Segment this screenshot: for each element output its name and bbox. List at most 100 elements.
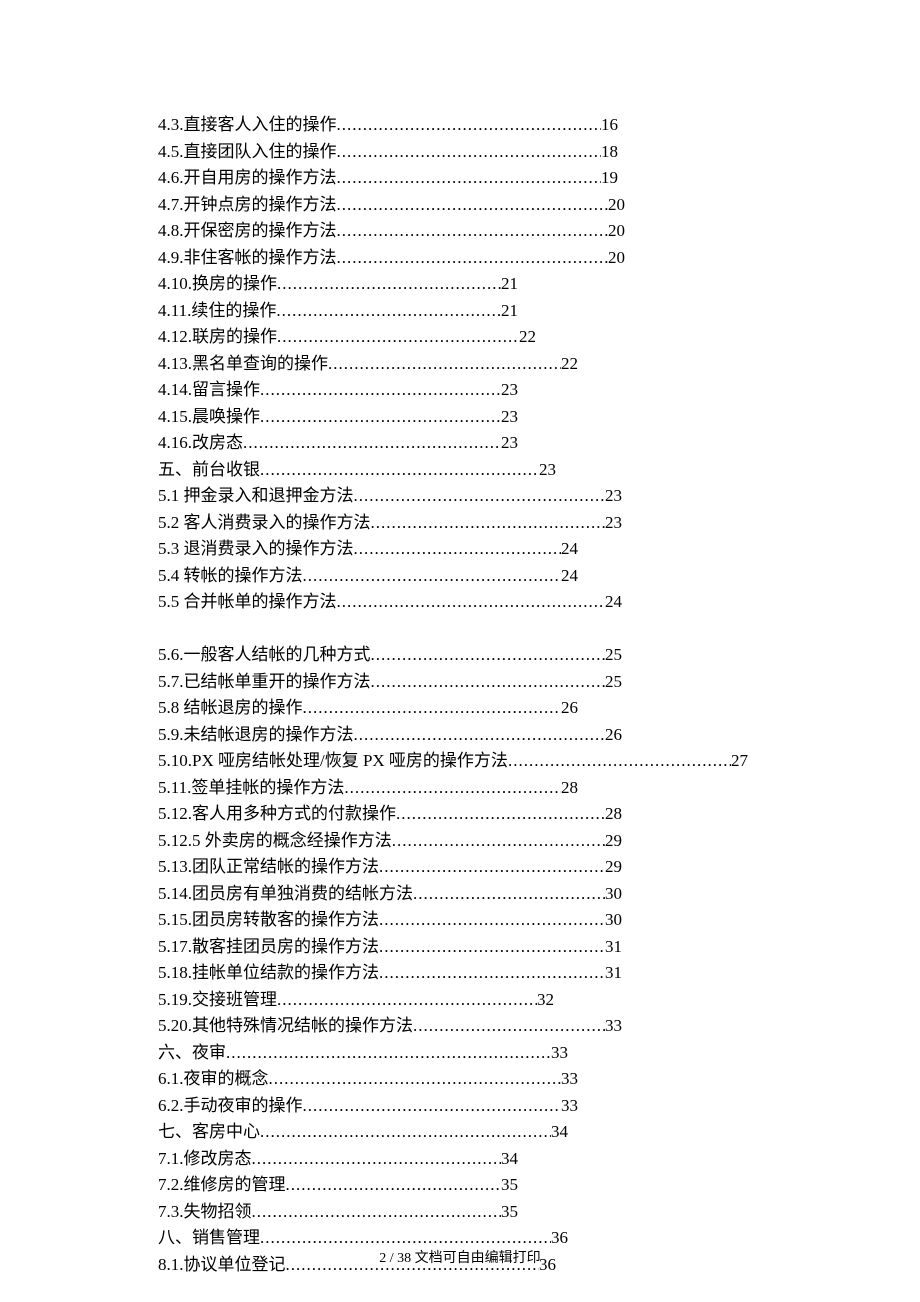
toc-dots: [354, 536, 562, 563]
toc-entry-page: 26: [561, 695, 578, 722]
toc-dots: [371, 669, 606, 696]
toc-dots: [269, 1066, 562, 1093]
toc-entry-page: 28: [561, 775, 578, 802]
toc-dots: [328, 351, 561, 378]
toc-spacer: [158, 616, 780, 643]
toc-entry: 5.13.团队正常结帐的操作方法 29: [158, 854, 622, 881]
toc-entry-page: 33: [561, 1066, 578, 1093]
toc-dots: [303, 1093, 562, 1120]
toc-entry-title: 5.5 合并帐单的操作方法: [158, 589, 337, 616]
toc-dots: [413, 881, 605, 908]
toc-entry: 5.7.已结帐单重开的操作方法 25: [158, 669, 622, 696]
toc-dots: [337, 245, 609, 272]
toc-entry: 4.15.晨唤操作 23: [158, 404, 518, 431]
toc-entry-page: 33: [551, 1040, 568, 1067]
toc-dots: [303, 563, 562, 590]
toc-entry: 5.19.交接班管理 32: [158, 987, 554, 1014]
page-content: 4.3.直接客人入住的操作 16 4.5.直接团队入住的操作 18 4.6.开自…: [0, 0, 920, 1278]
page-footer: 2 / 38 文档可自由编辑打印: [0, 1247, 920, 1267]
toc-entry-title: 五、前台收银: [158, 457, 260, 484]
toc-entry: 4.6.开自用房的操作方法 19: [158, 165, 618, 192]
footer-text: 2 / 38 文档可自由编辑打印: [379, 1251, 540, 1266]
toc-entry-page: 20: [608, 245, 625, 272]
toc-entry: 7.2.维修房的管理 35: [158, 1172, 518, 1199]
toc-entry: 5.1 押金录入和退押金方法 23: [158, 483, 622, 510]
toc-entry: 5.14.团员房有单独消费的结帐方法 30: [158, 881, 622, 908]
toc-entry-page: 21: [501, 298, 518, 325]
toc-entry: 5.8 结帐退房的操作 26: [158, 695, 578, 722]
toc-entry-title: 5.4 转帐的操作方法: [158, 563, 303, 590]
toc-entry: 6.2.手动夜审的操作 33: [158, 1093, 578, 1120]
toc-dots: [354, 722, 606, 749]
toc-entry: 五、前台收银 23: [158, 457, 556, 484]
toc-dots: [396, 801, 605, 828]
toc-entry: 4.12.联房的操作 22: [158, 324, 536, 351]
toc-entry-page: 29: [605, 828, 622, 855]
toc-dots: [260, 377, 501, 404]
toc-entry-title: 5.6.一般客人结帐的几种方式: [158, 642, 371, 669]
toc-entry-page: 22: [561, 351, 578, 378]
toc-dots: [379, 960, 605, 987]
toc-entry-page: 23: [501, 404, 518, 431]
toc-dots: [413, 1013, 605, 1040]
toc-dots: [303, 695, 562, 722]
toc-dots: [260, 1119, 551, 1146]
toc-entry: 4.16.改房态 23: [158, 430, 518, 457]
toc-entry-title: 5.11.签单挂帐的操作方法: [158, 775, 344, 802]
toc-entry-title: 4.8.开保密房的操作方法: [158, 218, 337, 245]
toc-entry-page: 29: [605, 854, 622, 881]
toc-dots: [337, 192, 609, 219]
toc-entry: 6.1.夜审的概念 33: [158, 1066, 578, 1093]
toc-entry: 7.1.修改房态 34: [158, 1146, 518, 1173]
toc-dots: [252, 1146, 502, 1173]
toc-entry-page: 33: [605, 1013, 622, 1040]
toc-entry-page: 24: [561, 563, 578, 590]
toc-entry-page: 28: [605, 801, 622, 828]
toc-entry: 5.17.散客挂团员房的操作方法 31: [158, 934, 622, 961]
toc-dots: [252, 1199, 502, 1226]
toc-entry-page: 22: [519, 324, 536, 351]
toc-entry-title: 5.19.交接班管理: [158, 987, 277, 1014]
toc-entry-title: 4.14.留言操作: [158, 377, 260, 404]
toc-entry-page: 18: [601, 139, 618, 166]
toc-dots: [337, 589, 606, 616]
toc-entry: 5.11.签单挂帐的操作方法 28: [158, 775, 578, 802]
toc-entry-page: 26: [605, 722, 622, 749]
toc-entry-title: 5.18.挂帐单位结款的操作方法: [158, 960, 379, 987]
toc-entry-title: 5.12.5 外卖房的概念经操作方法: [158, 828, 392, 855]
toc-entry: 4.10.换房的操作 21: [158, 271, 518, 298]
toc-dots: [344, 775, 561, 802]
toc-entry-page: 16: [601, 112, 618, 139]
toc-entry: 5.5 合并帐单的操作方法 24: [158, 589, 622, 616]
toc-entry-page: 34: [551, 1119, 568, 1146]
toc-entry-title: 7.3.失物招领: [158, 1199, 252, 1226]
toc-dots: [243, 430, 501, 457]
toc-dots: [337, 112, 602, 139]
toc-entry-title: 5.2 客人消费录入的操作方法: [158, 510, 371, 537]
toc-entry-title: 5.13.团队正常结帐的操作方法: [158, 854, 379, 881]
toc-dots: [226, 1040, 551, 1067]
toc-entry-page: 19: [601, 165, 618, 192]
toc-entry-page: 23: [605, 483, 622, 510]
toc-entry-title: 5.7.已结帐单重开的操作方法: [158, 669, 371, 696]
toc-entry-page: 30: [605, 907, 622, 934]
toc-entry-title: 4.13.黑名单查询的操作: [158, 351, 328, 378]
toc-dots: [371, 642, 606, 669]
toc-entry-title: 4.12.联房的操作: [158, 324, 277, 351]
toc-entry-title: 4.11.续住的操作: [158, 298, 276, 325]
toc-entry-page: 21: [501, 271, 518, 298]
toc-entry-page: 30: [605, 881, 622, 908]
toc-entry-page: 20: [608, 218, 625, 245]
toc-entry: 5.4 转帐的操作方法 24: [158, 563, 578, 590]
toc-entry: 4.11.续住的操作 21: [158, 298, 518, 325]
toc-entry-page: 23: [501, 377, 518, 404]
toc-dots: [337, 139, 602, 166]
toc-dots: [260, 404, 501, 431]
toc-entry: 7.3.失物招领 35: [158, 1199, 518, 1226]
toc-entry-title: 6.2.手动夜审的操作: [158, 1093, 303, 1120]
toc-entry: 4.13.黑名单查询的操作 22: [158, 351, 578, 378]
toc-entry: 5.12.5 外卖房的概念经操作方法 29: [158, 828, 622, 855]
toc-entry-title: 6.1.夜审的概念: [158, 1066, 269, 1093]
toc-entry: 5.9.未结帐退房的操作方法 26: [158, 722, 622, 749]
toc-entry: 4.8.开保密房的操作方法 20: [158, 218, 625, 245]
